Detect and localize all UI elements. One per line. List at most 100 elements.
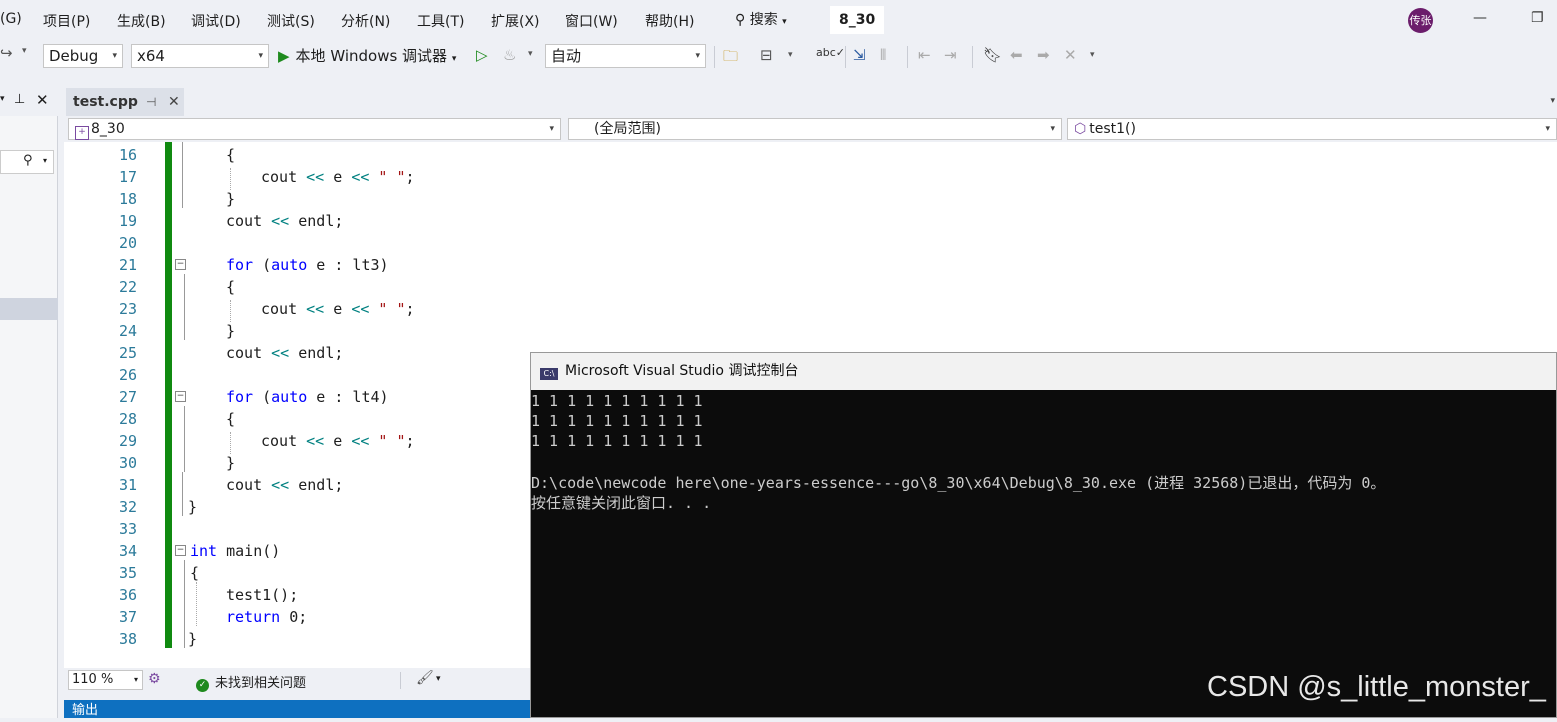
redo-icon[interactable]: ↪ bbox=[0, 44, 13, 62]
line-number: 37 bbox=[118, 608, 137, 626]
console-title-bar[interactable]: C:\ Microsoft Visual Studio 调试控制台 bbox=[531, 353, 1556, 390]
console-app-icon: C:\ bbox=[540, 368, 558, 380]
indent-icon[interactable]: ⇥ bbox=[944, 46, 957, 64]
menu-git[interactable]: (G) bbox=[0, 11, 22, 27]
start-debugging-button[interactable]: ▶ 本地 Windows 调试器 ▾ bbox=[278, 45, 456, 66]
line-number: 31 bbox=[118, 476, 137, 494]
outdent-icon[interactable]: ⇤ bbox=[918, 46, 931, 64]
chevron-down-icon[interactable]: ▾ bbox=[788, 50, 793, 60]
code-line: { bbox=[226, 278, 236, 296]
zoom-select[interactable]: 110 % ▾ bbox=[68, 670, 143, 690]
tab-test-cpp[interactable]: test.cpp ⊣ ✕ bbox=[66, 88, 184, 116]
panel-search-input[interactable]: ⚲ ▾ bbox=[0, 150, 54, 174]
chevron-down-icon[interactable]: ▾ bbox=[1550, 96, 1555, 106]
platform-select[interactable]: x64 ▾ bbox=[131, 44, 269, 68]
member-value: test1() bbox=[1089, 121, 1136, 137]
restore-icon[interactable]: ❐ bbox=[1531, 10, 1544, 26]
line-number: 18 bbox=[118, 190, 137, 208]
solution-explorer-panel: ▾ ⊥ ✕ ⚲ ▾ bbox=[0, 88, 58, 718]
line-number: 17 bbox=[118, 168, 137, 186]
console-output-line: 按任意键关闭此窗口. . . bbox=[531, 494, 712, 512]
chevron-down-icon[interactable]: ▾ bbox=[0, 94, 5, 104]
search-icon: ⚲ bbox=[23, 153, 33, 168]
line-number: 35 bbox=[118, 564, 137, 582]
chevron-down-icon: ▾ bbox=[133, 675, 138, 684]
menu-window[interactable]: 窗口(W) bbox=[565, 11, 618, 31]
menu-project[interactable]: 项目(P) bbox=[43, 11, 90, 31]
column-icon[interactable]: ⫴ bbox=[880, 46, 886, 64]
pin-icon[interactable]: ⊥ bbox=[14, 92, 25, 107]
menu-extensions[interactable]: 扩展(X) bbox=[491, 11, 540, 31]
output-panel-header[interactable]: 输出 bbox=[64, 700, 530, 718]
minimize-icon[interactable]: — bbox=[1473, 10, 1487, 26]
document-tab-strip: test.cpp ⊣ ✕ ▾ bbox=[58, 88, 1557, 116]
indent-guide bbox=[196, 582, 197, 626]
console-title: Microsoft Visual Studio 调试控制台 bbox=[565, 363, 799, 379]
member-select[interactable]: ⬡ test1() ▾ bbox=[1067, 118, 1557, 140]
menu-help[interactable]: 帮助(H) bbox=[645, 11, 694, 31]
collapse-icon[interactable]: − bbox=[175, 391, 186, 402]
step-cursor-icon[interactable]: ⇲ bbox=[853, 46, 866, 64]
code-line: } bbox=[226, 454, 236, 472]
bookmark-icon[interactable]: 🔖︎ bbox=[983, 46, 1002, 64]
folder-search-icon[interactable]: 🗀 bbox=[723, 46, 738, 71]
chevron-down-icon[interactable]: ▾ bbox=[528, 49, 533, 59]
code-line: } bbox=[226, 190, 236, 208]
search-icon: ⚲ bbox=[735, 12, 746, 28]
menu-debug[interactable]: 调试(D) bbox=[191, 11, 241, 31]
code-line: test1(); bbox=[226, 586, 299, 604]
code-line: for (auto e : lt3) bbox=[226, 256, 389, 274]
next-bookmark-icon[interactable]: ➡ bbox=[1037, 46, 1050, 64]
window-layout-icon[interactable]: ⊟ bbox=[760, 46, 773, 64]
code-line: for (auto e : lt4) bbox=[226, 388, 389, 406]
code-line: cout << endl; bbox=[226, 476, 344, 494]
line-number: 30 bbox=[118, 454, 137, 472]
code-cleanup-icon[interactable]: 🖌︎ bbox=[416, 670, 434, 686]
close-icon[interactable]: ✕ bbox=[168, 88, 180, 116]
toolbar-divider bbox=[907, 46, 908, 68]
clear-bookmarks-icon[interactable]: ✕ bbox=[1064, 46, 1077, 64]
pin-icon[interactable]: ⊣ bbox=[146, 88, 156, 116]
line-number: 29 bbox=[118, 432, 137, 450]
mode-select[interactable]: 自动 ▾ bbox=[545, 44, 706, 68]
chevron-down-icon: ▾ bbox=[782, 17, 787, 27]
scope-line bbox=[184, 274, 185, 340]
config-select[interactable]: Debug ▾ bbox=[43, 44, 123, 68]
code-line: } bbox=[188, 630, 198, 648]
start-without-debugging-icon[interactable]: ▷ bbox=[476, 46, 488, 64]
code-line: int main() bbox=[190, 542, 281, 560]
chevron-down-icon[interactable]: ▾ bbox=[1090, 50, 1095, 60]
code-line: cout << endl; bbox=[226, 344, 344, 362]
collapse-icon[interactable]: − bbox=[175, 259, 186, 270]
close-icon[interactable]: ✕ bbox=[36, 91, 49, 109]
chevron-down-icon[interactable]: ▾ bbox=[22, 46, 27, 56]
solution-title: 8_30 bbox=[830, 6, 885, 34]
selected-tree-item[interactable] bbox=[0, 298, 58, 320]
menu-build[interactable]: 生成(B) bbox=[117, 11, 166, 31]
issues-indicator[interactable]: ✓ 未找到相关问题 bbox=[196, 672, 306, 692]
code-line: cout << e << " "; bbox=[261, 168, 415, 186]
chevron-down-icon: ▾ bbox=[549, 124, 554, 134]
line-number: 25 bbox=[118, 344, 137, 362]
chevron-down-icon: ▾ bbox=[1050, 124, 1055, 134]
hot-reload-icon[interactable]: ♨ bbox=[503, 46, 516, 64]
debug-console-window[interactable]: C:\ Microsoft Visual Studio 调试控制台 1 1 1 1… bbox=[530, 352, 1557, 718]
line-number: 38 bbox=[118, 630, 137, 648]
line-number: 36 bbox=[118, 586, 137, 604]
chevron-down-icon[interactable]: ▾ bbox=[436, 674, 441, 684]
line-number: 20 bbox=[118, 234, 137, 252]
previous-bookmark-icon[interactable]: ⬅ bbox=[1010, 46, 1023, 64]
collapse-icon[interactable]: − bbox=[175, 545, 186, 556]
search-button[interactable]: ⚲ 搜索 ▾ bbox=[735, 9, 787, 31]
menu-analyze[interactable]: 分析(N) bbox=[341, 11, 390, 31]
menu-tools[interactable]: 工具(T) bbox=[417, 11, 464, 31]
menu-test[interactable]: 测试(S) bbox=[267, 11, 315, 31]
copilot-icon[interactable]: ⚙ bbox=[148, 671, 161, 687]
indent-guide bbox=[230, 432, 231, 454]
scope-select[interactable]: (全局范围) ▾ bbox=[568, 118, 1062, 140]
spell-check-icon[interactable]: abc✓ bbox=[816, 46, 845, 59]
scope-line bbox=[182, 472, 183, 516]
code-line: { bbox=[226, 146, 236, 164]
project-select[interactable]: +8_30 ▾ bbox=[68, 118, 561, 140]
avatar[interactable]: 传张 bbox=[1408, 8, 1433, 33]
